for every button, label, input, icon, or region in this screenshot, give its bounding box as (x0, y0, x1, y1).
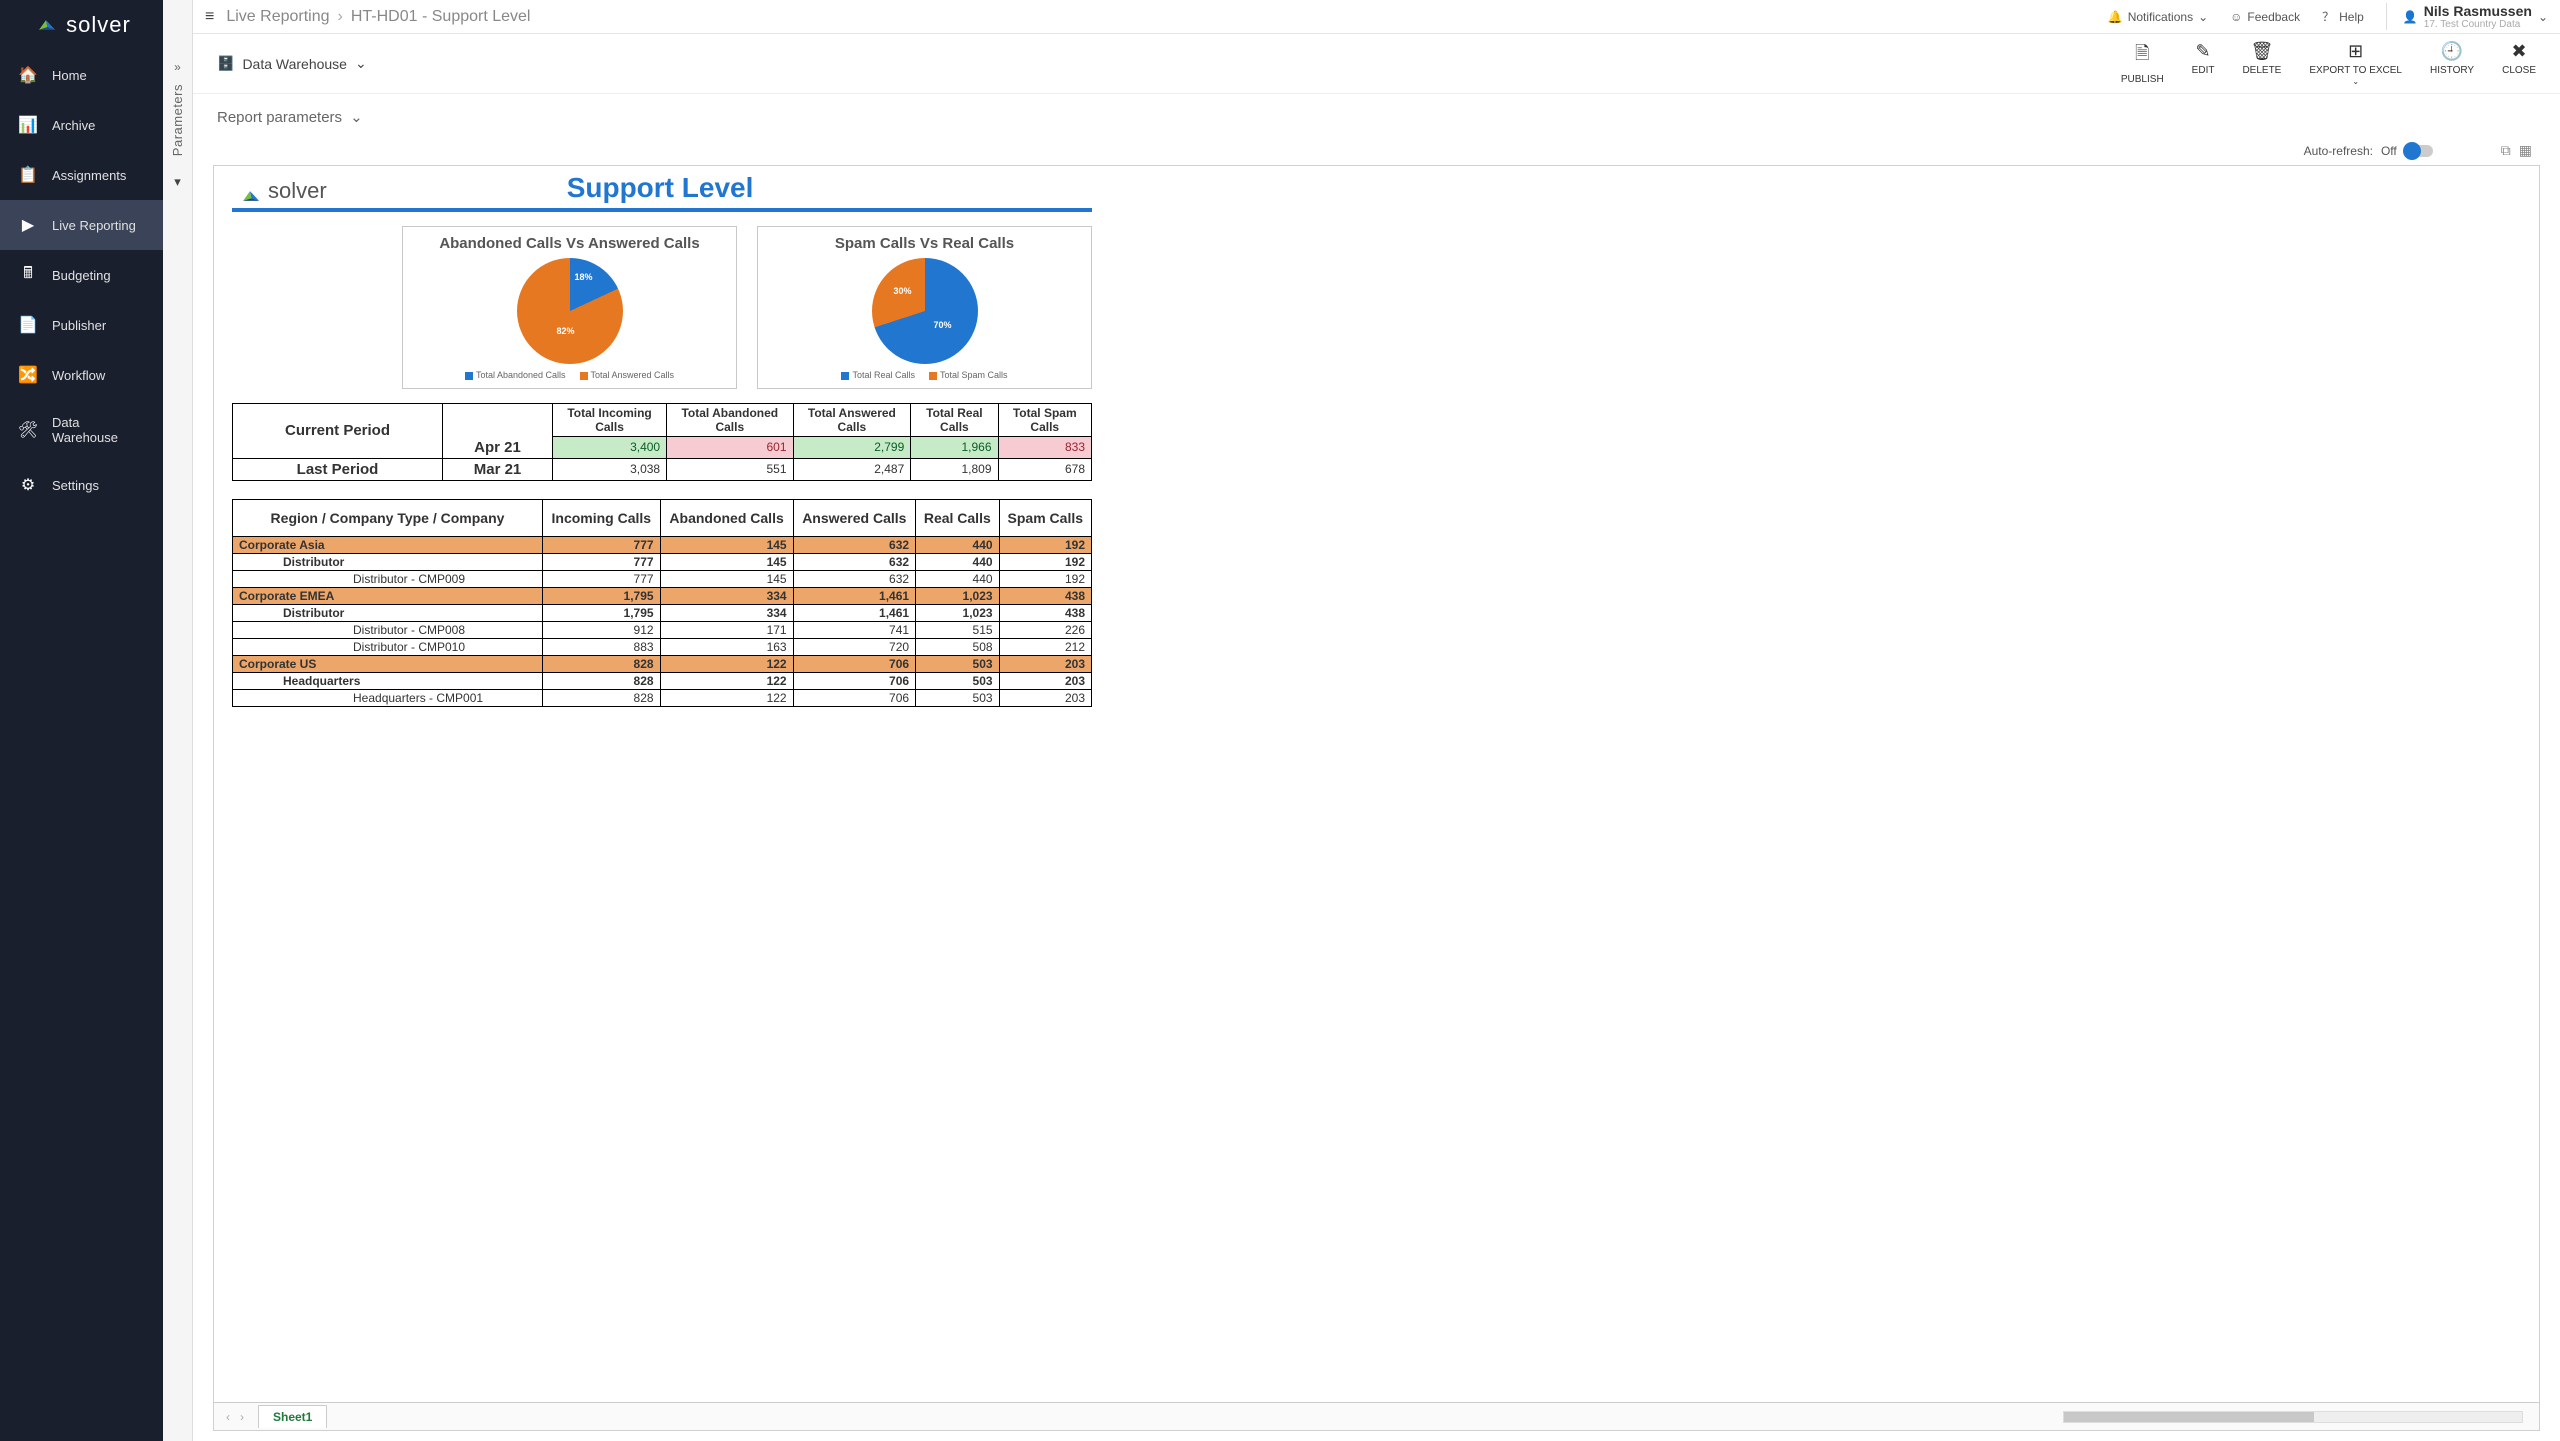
table-row: Distributor - CMP010883163720508212 (233, 638, 1092, 655)
chart-spam-vs-real: Spam Calls Vs Real Calls 30% 70% Total R… (757, 226, 1092, 389)
help-icon: ？ (2322, 8, 2334, 25)
edit-button[interactable]: ✎ EDIT (2192, 41, 2215, 86)
sidebar-item-budgeting[interactable]: 🖩Budgeting (0, 250, 163, 300)
toolbar: 🗄️ Data Warehouse ⌄ 🗎 PUBLISH ✎ EDIT 🗑 D… (193, 34, 2560, 94)
grid-icon[interactable]: ▦ (2519, 142, 2532, 159)
archive-icon: 📊 (18, 115, 38, 135)
user-icon: 👤 (2403, 10, 2418, 24)
home-icon: 🏠 (18, 65, 38, 85)
help-link[interactable]: ？ Help (2322, 8, 2364, 25)
app-root: solver 🏠Home📊Archive📋Assignments▶Live Re… (0, 0, 2560, 1441)
table-row: Corporate EMEA1,7953341,4611,023438 (233, 587, 1092, 604)
user-subtitle: 17. Test Country Data (2424, 19, 2532, 30)
chevron-down-icon: ⌄ (355, 55, 367, 72)
sidebar-item-assignments[interactable]: 📋Assignments (0, 150, 163, 200)
action-buttons: 🗎 PUBLISH ✎ EDIT 🗑 DELETE ⊞ EXPORT TO EX… (2121, 41, 2536, 86)
delete-button[interactable]: 🗑 DELETE (2242, 41, 2281, 86)
popout-icon[interactable]: ⧉ (2501, 142, 2511, 159)
chevron-down-icon: ⌄ (2198, 10, 2208, 24)
settings-icon: ⚙ (18, 475, 38, 495)
summary-table: Current Period Total Incoming Calls Tota… (232, 403, 1092, 481)
history-icon: 🕘 (2441, 41, 2463, 62)
bell-icon: 🔔 (2108, 10, 2123, 24)
report-header: solver Support Level (232, 172, 1092, 212)
charts-row: Abandoned Calls Vs Answered Calls 18% 82… (402, 226, 1092, 389)
document-icon: 🗎 (2135, 41, 2149, 71)
chevron-down-icon: ⌄ (2538, 10, 2548, 24)
sidebar-item-archive[interactable]: 📊Archive (0, 100, 163, 150)
chart-abandoned-vs-answered: Abandoned Calls Vs Answered Calls 18% 82… (402, 226, 737, 389)
pie-right: 30% 70% (872, 258, 978, 364)
breadcrumb-sep: › (338, 8, 343, 26)
sidebar-item-data-warehouse[interactable]: 🛠Data Warehouse (0, 400, 163, 460)
live-reporting-icon: ▶ (18, 215, 38, 235)
filter-funnel-icon[interactable]: ▾ (174, 174, 181, 190)
autorefresh-row: Auto-refresh: Off ⧉ ▦ (193, 140, 2560, 165)
table-row: Headquarters828122706503203 (233, 672, 1092, 689)
close-button[interactable]: ✖ CLOSE (2502, 41, 2536, 86)
feedback-link[interactable]: ☺ Feedback (2230, 10, 2300, 24)
chevron-down-icon: ⌄ (350, 108, 363, 126)
brand-text: solver (66, 12, 131, 38)
database-icon: 🗄️ (217, 55, 234, 72)
menu-icon[interactable]: ≡ (205, 8, 214, 26)
export-excel-button[interactable]: ⊞ EXPORT TO EXCEL ⌄ (2309, 41, 2402, 86)
table-row: Distributor - CMP009777145632440192 (233, 570, 1092, 587)
sidebar-item-publisher[interactable]: 📄Publisher (0, 300, 163, 350)
table-row: Headquarters - CMP001828122706503203 (233, 689, 1092, 706)
user-menu[interactable]: 👤 Nils Rasmussen 17. Test Country Data ⌄ (2386, 3, 2548, 30)
table-row: Corporate Asia777145632440192 (233, 536, 1092, 553)
data-warehouse-icon: 🛠 (18, 420, 38, 440)
autorefresh-toggle[interactable] (2405, 145, 2433, 157)
parameters-label: Parameters (170, 84, 185, 156)
history-button[interactable]: 🕘 HISTORY (2430, 41, 2474, 86)
expand-chevron-icon[interactable]: » (174, 60, 181, 74)
report-canvas: solver Support Level Abandoned Calls Vs … (213, 165, 2540, 1431)
report-scroll[interactable]: solver Support Level Abandoned Calls Vs … (214, 166, 2539, 1402)
table-row: Distributor - CMP008912171741515226 (233, 621, 1092, 638)
main-area: ≡ Live Reporting › HT-HD01 - Support Lev… (193, 0, 2560, 1441)
brand-logo: solver (0, 0, 163, 50)
notifications-menu[interactable]: 🔔 Notifications ⌄ (2108, 10, 2208, 24)
sidebar-item-settings[interactable]: ⚙Settings (0, 460, 163, 510)
chevron-down-icon: ⌄ (2352, 77, 2359, 86)
sheet-tab-bar: ‹ › Sheet1 (214, 1402, 2539, 1430)
table-row: Distributor1,7953341,4611,023438 (233, 604, 1092, 621)
detail-table: Region / Company Type / Company Incoming… (232, 499, 1092, 707)
sidebar: solver 🏠Home📊Archive📋Assignments▶Live Re… (0, 0, 163, 1441)
smile-icon: ☺ (2230, 10, 2242, 24)
solver-triangle-icon (32, 18, 60, 32)
sheet-prev-icon[interactable]: ‹ (226, 1410, 230, 1424)
topbar-right: 🔔 Notifications ⌄ ☺ Feedback ？ Help 👤 Ni… (2108, 3, 2548, 30)
breadcrumb-root[interactable]: Live Reporting (226, 8, 329, 26)
parameters-rail[interactable]: » Parameters ▾ (163, 0, 193, 1441)
source-selector[interactable]: 🗄️ Data Warehouse ⌄ (217, 55, 367, 72)
publish-button[interactable]: 🗎 PUBLISH (2121, 41, 2164, 86)
horizontal-scrollbar[interactable] (2063, 1411, 2523, 1423)
close-icon: ✖ (2512, 41, 2527, 62)
trash-icon: 🗑 (2250, 41, 2273, 62)
report-title: Support Level (567, 172, 754, 204)
breadcrumb: Live Reporting › HT-HD01 - Support Level (226, 8, 530, 26)
sheet-next-icon[interactable]: › (240, 1410, 244, 1424)
table-row: Corporate US828122706503203 (233, 655, 1092, 672)
pencil-icon: ✎ (2196, 41, 2211, 62)
report-parameters-toggle[interactable]: Report parameters ⌄ (193, 94, 2560, 140)
solver-triangle-icon (236, 188, 264, 204)
pie-left: 18% 82% (517, 258, 623, 364)
sheet-tab[interactable]: Sheet1 (258, 1405, 327, 1428)
assignments-icon: 📋 (18, 165, 38, 185)
budgeting-icon: 🖩 (18, 265, 38, 285)
sheet-nav[interactable]: ‹ › (226, 1410, 244, 1424)
sidebar-item-home[interactable]: 🏠Home (0, 50, 163, 100)
table-row: Distributor777145632440192 (233, 553, 1092, 570)
workflow-icon: 🔀 (18, 365, 38, 385)
breadcrumb-page: HT-HD01 - Support Level (351, 8, 531, 26)
sidebar-item-live-reporting[interactable]: ▶Live Reporting (0, 200, 163, 250)
publisher-icon: 📄 (18, 315, 38, 335)
sidebar-item-workflow[interactable]: 🔀Workflow (0, 350, 163, 400)
user-name: Nils Rasmussen (2424, 3, 2532, 19)
excel-icon: ⊞ (2348, 41, 2363, 62)
topbar: ≡ Live Reporting › HT-HD01 - Support Lev… (193, 0, 2560, 34)
